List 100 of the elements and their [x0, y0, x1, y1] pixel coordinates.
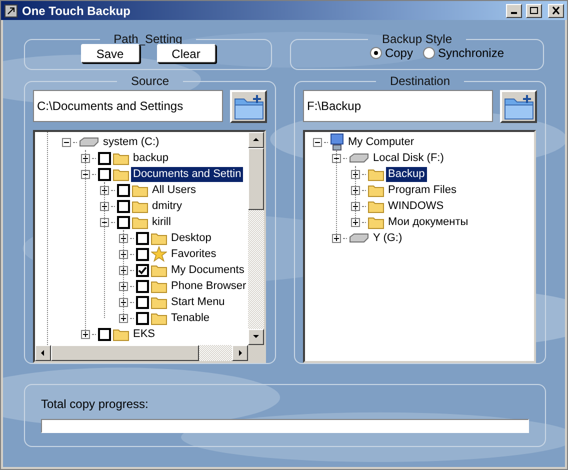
expander-icon[interactable] [62, 138, 71, 146]
radio-label: Synchronize [438, 46, 504, 62]
tree-item[interactable]: Local Disk (F:) [371, 150, 446, 166]
folder-icon [113, 328, 129, 340]
maximize-icon [529, 6, 539, 15]
drive-icon [79, 137, 99, 147]
window-title: One Touch Backup [22, 2, 132, 20]
checkbox[interactable] [98, 168, 111, 180]
tree-item[interactable]: Documents and Settin [131, 166, 244, 182]
checkbox[interactable] [136, 280, 149, 292]
expander-icon[interactable] [351, 170, 360, 178]
tree-item[interactable]: Backup [386, 166, 427, 182]
tree-item[interactable]: EKS [131, 326, 158, 342]
expander-icon[interactable] [100, 202, 109, 210]
tree-item[interactable]: Мои документы [386, 214, 470, 230]
checkbox[interactable] [117, 216, 130, 228]
expander-icon[interactable] [351, 186, 360, 194]
group-title: Path_Setting [112, 32, 184, 46]
checkbox[interactable] [117, 200, 130, 212]
expander-icon[interactable] [351, 218, 360, 226]
action-button[interactable]: Save [80, 44, 140, 63]
tree-item[interactable]: dmitry [150, 198, 184, 214]
folder-icon [132, 216, 148, 228]
app-icon [4, 4, 18, 18]
path-field[interactable]: F:\Backup [303, 90, 493, 122]
tree-item[interactable]: Desktop [169, 230, 214, 246]
checkbox[interactable] [136, 264, 149, 276]
close-button[interactable] [548, 4, 564, 18]
expander-icon[interactable] [119, 282, 128, 290]
group-title: Destination [388, 74, 452, 88]
expander-icon[interactable] [119, 234, 128, 242]
expander-icon[interactable] [81, 170, 90, 178]
folder-icon [132, 184, 148, 196]
expander-icon[interactable] [332, 154, 341, 162]
tree-item[interactable]: system (C:) [101, 134, 162, 150]
checkbox[interactable] [136, 296, 149, 308]
drive-icon [349, 233, 369, 243]
scroll-left-button[interactable] [35, 345, 51, 361]
checkbox[interactable] [98, 328, 111, 340]
expander-icon[interactable] [332, 234, 341, 242]
checkbox[interactable] [98, 152, 111, 164]
expander-icon[interactable] [351, 202, 360, 210]
tree-item[interactable]: Tenable [169, 310, 212, 326]
expander-icon[interactable] [119, 250, 128, 258]
tree-item[interactable]: WINDOWS [386, 198, 446, 214]
folder-icon [113, 168, 129, 180]
tree-item[interactable]: Y (G:) [371, 230, 404, 246]
expander-icon[interactable] [81, 330, 90, 338]
checkbox[interactable] [136, 232, 149, 244]
browse-folder-button[interactable] [230, 90, 267, 123]
tree-item[interactable]: Favorites [169, 246, 218, 262]
star-icon [151, 246, 167, 262]
folder-tree[interactable]: system (C:) backup Documents and Settin All Users dmitry kirill Desktop Favorites My Documents Phone Browser Start Menu Tenable EKS [33, 130, 266, 363]
checkbox[interactable] [136, 312, 149, 324]
path-field[interactable]: C:\Documents and Settings [33, 90, 223, 122]
vertical-scrollbar[interactable] [248, 132, 264, 345]
folder-icon [368, 200, 384, 212]
tree-item[interactable]: kirill [150, 214, 173, 230]
folder-icon [151, 232, 167, 244]
scroll-up-button[interactable] [248, 132, 264, 148]
scrollbar-corner [248, 345, 264, 361]
tree-item[interactable]: backup [131, 150, 170, 166]
folder-icon [151, 296, 167, 308]
close-icon [551, 6, 561, 15]
scroll-thumb[interactable] [51, 345, 199, 361]
computer-icon [330, 133, 344, 151]
folder-icon [151, 312, 167, 324]
group-title: Source [130, 74, 170, 88]
expander-icon[interactable] [313, 138, 322, 146]
browse-folder-button[interactable] [500, 90, 537, 123]
radio-label: Copy [384, 46, 413, 62]
expander-icon[interactable] [100, 186, 109, 194]
progress-label: Total copy progress: [41, 397, 150, 411]
scroll-down-button[interactable] [248, 329, 264, 345]
expander-icon[interactable] [81, 154, 90, 162]
group-title: Backup Style [380, 32, 454, 46]
tree-item[interactable]: Phone Browser [169, 278, 248, 294]
expander-icon[interactable] [119, 266, 128, 274]
folder-icon [151, 264, 167, 276]
maximize-button[interactable] [526, 4, 542, 18]
expander-icon[interactable] [119, 298, 128, 306]
folder-icon [368, 216, 384, 228]
action-button[interactable]: Clear [156, 44, 216, 63]
folder-icon [151, 280, 167, 292]
tree-item[interactable]: Start Menu [169, 294, 227, 310]
horizontal-scrollbar[interactable] [35, 345, 248, 361]
tree-item[interactable]: Program Files [386, 182, 458, 198]
checkbox[interactable] [136, 248, 149, 260]
scroll-right-button[interactable] [232, 345, 248, 361]
folder-icon [113, 152, 129, 164]
tree-item[interactable]: All Users [150, 182, 198, 198]
folder-icon [368, 184, 384, 196]
checkbox[interactable] [117, 184, 130, 196]
expander-icon[interactable] [100, 218, 109, 226]
scroll-thumb[interactable] [248, 148, 264, 210]
expander-icon[interactable] [119, 314, 128, 322]
minimize-button[interactable] [506, 4, 522, 18]
tree-item[interactable]: My Computer [346, 134, 416, 150]
folder-tree[interactable]: My Computer Local Disk (F:) Backup Program Files WINDOWS Мои документы Y (G:) [303, 130, 536, 363]
tree-item[interactable]: My Documents [169, 262, 246, 278]
